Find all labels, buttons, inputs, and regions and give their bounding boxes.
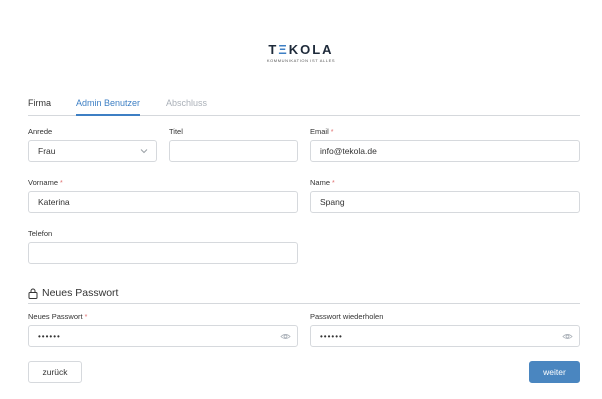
- back-button[interactable]: zurück: [28, 361, 82, 383]
- titel-input[interactable]: [169, 140, 298, 162]
- anrede-select[interactable]: Frau: [28, 140, 157, 162]
- name-label: Name *: [310, 178, 335, 187]
- tab-firma[interactable]: Firma: [28, 98, 51, 116]
- password-section-title: Neues Passwort: [28, 287, 118, 299]
- logo-wordmark: TΞKOLA: [268, 42, 334, 57]
- repeat-password-label: Passwort wiederholen: [310, 312, 384, 321]
- eye-icon[interactable]: [280, 331, 291, 342]
- new-password-input[interactable]: ••••••: [28, 325, 298, 347]
- wizard-tabs: Firma Admin Benutzer Abschluss: [28, 98, 580, 116]
- anrede-value: Frau: [38, 146, 56, 156]
- telefon-input[interactable]: [28, 242, 298, 264]
- section-divider: [28, 303, 580, 304]
- next-button[interactable]: weiter: [529, 361, 580, 383]
- company-logo: TΞKOLA KOMMUNIKATION IST ALLES: [0, 42, 602, 63]
- name-input[interactable]: Spang: [310, 191, 580, 213]
- new-password-label: Neues Passwort *: [28, 312, 88, 321]
- chevron-down-icon: [140, 149, 148, 154]
- vorname-label: Vorname *: [28, 178, 63, 187]
- anrede-label: Anrede: [28, 127, 53, 136]
- logo-tagline: KOMMUNIKATION IST ALLES: [266, 58, 336, 63]
- lock-icon: [28, 288, 38, 299]
- titel-label: Titel: [169, 127, 183, 136]
- email-label: Email *: [310, 127, 334, 136]
- eye-icon[interactable]: [562, 331, 573, 342]
- repeat-password-input[interactable]: ••••••: [310, 325, 580, 347]
- email-input[interactable]: info@tekola.de: [310, 140, 580, 162]
- vorname-input[interactable]: Katerina: [28, 191, 298, 213]
- tab-admin-benutzer[interactable]: Admin Benutzer: [76, 98, 141, 116]
- tab-abschluss: Abschluss: [166, 98, 208, 108]
- telefon-label: Telefon: [28, 229, 53, 238]
